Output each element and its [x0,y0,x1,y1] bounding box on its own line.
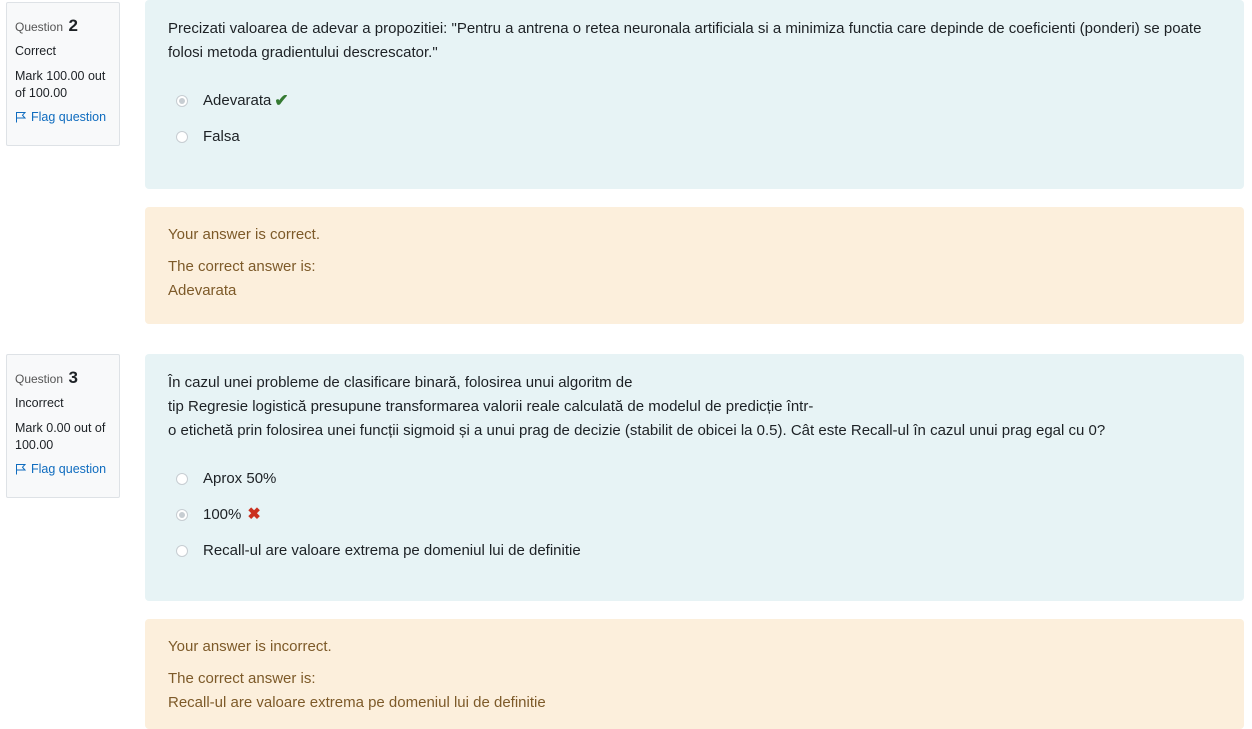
answer-radio[interactable] [176,509,188,521]
correct-answer-text: Adevarata [168,282,237,299]
question-label: Question [15,20,64,34]
answer-option[interactable]: Recall-ul are valoare extrema pe domeniu… [168,533,1221,569]
feedback-status: Your answer is correct. [168,226,321,243]
question-mark: Mark 100.00 out of 100.00 [15,69,106,100]
correct-answer-intro: The correct answer is: [168,258,316,275]
question-formulation-q2: Precizati valoarea de adevar a propoziti… [145,0,1244,189]
answer-radio[interactable] [176,95,188,107]
question-text: Precizati valoarea de adevar a propoziti… [168,20,1202,61]
answer-option[interactable]: Falsa [168,119,1221,155]
answer-label: Recall-ul are valoare extrema pe domeniu… [203,542,581,559]
question-number: 2 [68,16,78,35]
question-number: 3 [68,368,78,387]
flag-question-link[interactable]: Flag question [15,109,111,125]
question-state: Correct [15,44,56,59]
question-formulation-q3: În cazul unei probleme de clasificare bi… [145,354,1244,601]
flag-question-link[interactable]: Flag question [15,461,111,477]
flag-question-label: Flag question [31,109,107,124]
question-text-line: o etichetă prin folosirea unei funcții s… [168,422,1106,439]
answer-radio[interactable] [176,545,188,557]
answer-radio[interactable] [176,473,188,485]
correct-answer-text: Recall-ul are valoare extrema pe domeniu… [168,694,546,711]
flag-question-label: Flag question [31,461,107,476]
feedback-q2: Your answer is correct. The correct answ… [145,207,1244,324]
question-state: Incorrect [15,396,64,411]
answer-label: 100% [203,506,242,523]
answer-radio[interactable] [176,131,188,143]
question-label: Question [15,372,64,386]
answer-label: Adevarata [203,92,272,109]
feedback-q3: Your answer is incorrect. The correct an… [145,619,1244,729]
check-icon: ✔ [274,91,289,110]
question-text-line: În cazul unei probleme de clasificare bi… [168,374,633,391]
answer-label: Falsa [203,128,240,145]
flag-icon [16,111,27,123]
answer-option[interactable]: 100% ✖ [168,497,1221,533]
question-text-line: tip Regresie logistică presupune transfo… [168,398,814,415]
answer-label: Aprox 50% [203,470,277,487]
answer-list: Aprox 50% 100% ✖ Recall-ul are valoare e… [168,461,1221,569]
flag-icon [16,463,27,475]
answer-option[interactable]: Aprox 50% [168,461,1221,497]
answer-list: Adevarata ✔ Falsa [168,83,1221,155]
question-text: În cazul unei probleme de clasificare bi… [168,371,1221,443]
question-info-q3: Question 3 Incorrect Mark 0.00 out of 10… [6,354,120,498]
feedback-status: Your answer is incorrect. [168,638,332,655]
question-info-q2: Question 2 Correct Mark 100.00 out of 10… [6,2,120,146]
question-mark: Mark 0.00 out of 100.00 [15,421,106,452]
cross-icon: ✖ [247,506,261,523]
correct-answer-intro: The correct answer is: [168,670,316,687]
answer-option[interactable]: Adevarata ✔ [168,83,1221,119]
